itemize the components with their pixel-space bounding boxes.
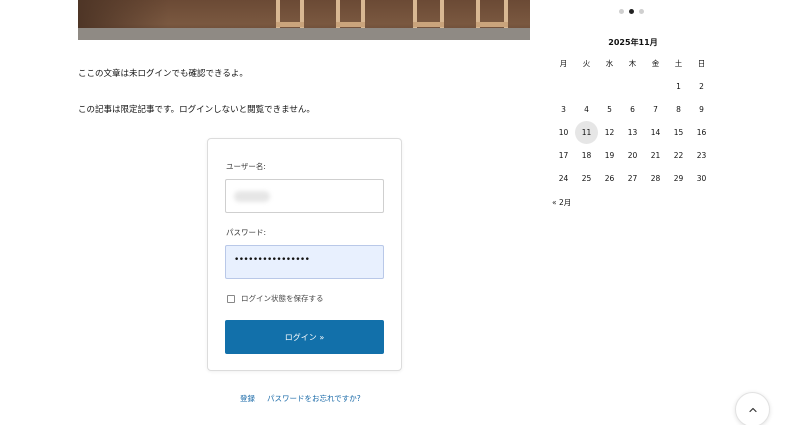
calendar-weekday: 月: [559, 59, 568, 68]
calendar-day: 14: [650, 128, 661, 137]
calendar-day: 4: [584, 105, 589, 114]
calendar-day: 15: [673, 128, 684, 137]
slider-dots: [619, 9, 649, 14]
slider-dot[interactable]: [639, 9, 644, 14]
calendar-day: 8: [676, 105, 681, 114]
login-form: ユーザー名: パスワード: •••••••••••••••• ログイン状態を保存…: [207, 138, 402, 371]
calendar-day: [621, 75, 644, 98]
calendar-day: 19: [604, 151, 615, 160]
chevron-up-icon: [748, 407, 757, 412]
slider-dot-active[interactable]: [629, 9, 634, 14]
calendar-day: [644, 75, 667, 98]
calendar-weekday: 日: [697, 59, 706, 68]
calendar-day-today: 11: [575, 121, 598, 144]
register-link[interactable]: 登録: [240, 393, 255, 404]
calendar-day: 23: [696, 151, 707, 160]
calendar-day: 25: [581, 174, 592, 183]
username-input[interactable]: [225, 179, 384, 213]
calendar-day: 13: [627, 128, 638, 137]
calendar-day: 27: [627, 174, 638, 183]
calendar-weekday: 水: [605, 59, 614, 68]
calendar-day: 2: [699, 82, 704, 91]
login-button[interactable]: ログイン »: [225, 320, 384, 354]
calendar-prev-link[interactable]: « 2月: [552, 197, 571, 208]
calendar-day: 17: [558, 151, 569, 160]
calendar-day: [552, 75, 575, 98]
remember-label: ログイン状態を保存する: [241, 294, 324, 303]
calendar-day: 20: [627, 151, 638, 160]
calendar-day: 21: [650, 151, 661, 160]
calendar-day: 9: [699, 105, 704, 114]
featured-image: [78, 0, 530, 40]
remember-me[interactable]: ログイン状態を保存する: [227, 293, 324, 304]
password-value: ••••••••••••••••: [234, 255, 310, 265]
calendar-weekday: 火: [582, 59, 591, 68]
calendar-day: 5: [607, 105, 612, 114]
remember-checkbox[interactable]: [227, 294, 235, 303]
slider-dot[interactable]: [619, 9, 624, 14]
calendar-day: 16: [696, 128, 707, 137]
password-label: パスワード:: [226, 228, 267, 237]
calendar-weekday: 木: [628, 59, 637, 68]
calendar-day: 10: [558, 128, 569, 137]
back-to-top-button[interactable]: [735, 392, 770, 425]
calendar-day: [598, 75, 621, 98]
calendar-day: 22: [673, 151, 684, 160]
calendar-weekday: 土: [674, 59, 683, 68]
calendar-day: 6: [630, 105, 635, 114]
calendar-day: 29: [673, 174, 684, 183]
calendar-day: 30: [696, 174, 707, 183]
calendar-day: 26: [604, 174, 615, 183]
calendar-day: 1: [676, 82, 681, 91]
calendar-day: [575, 75, 598, 98]
calendar-day: 18: [581, 151, 592, 160]
username-label: ユーザー名:: [226, 162, 266, 171]
calendar-day: 12: [604, 128, 615, 137]
calendar-weekday: 金: [651, 59, 660, 68]
calendar-title: 2025年11月: [608, 38, 658, 47]
username-value-blurred: [234, 191, 270, 202]
calendar-day: 28: [650, 174, 661, 183]
calendar-day: 7: [653, 105, 658, 114]
calendar-day: 24: [558, 174, 569, 183]
login-links: 登録 パスワードをお忘れですか?: [240, 393, 373, 404]
calendar-grid: 月火水木金土日 1 2 3 4 5 6 7 8 9 10 11 12 13 14 15 16 17 18 19 20 21…: [552, 52, 713, 190]
public-paragraph: ここの文章は未ログインでも確認できるよ。: [78, 69, 248, 79]
calendar-day: 3: [561, 105, 566, 114]
lost-password-link[interactable]: パスワードをお忘れですか?: [267, 393, 361, 404]
password-input[interactable]: ••••••••••••••••: [225, 245, 384, 279]
restricted-notice: この記事は限定記事です。ログインしないと閲覧できません。: [78, 105, 315, 115]
